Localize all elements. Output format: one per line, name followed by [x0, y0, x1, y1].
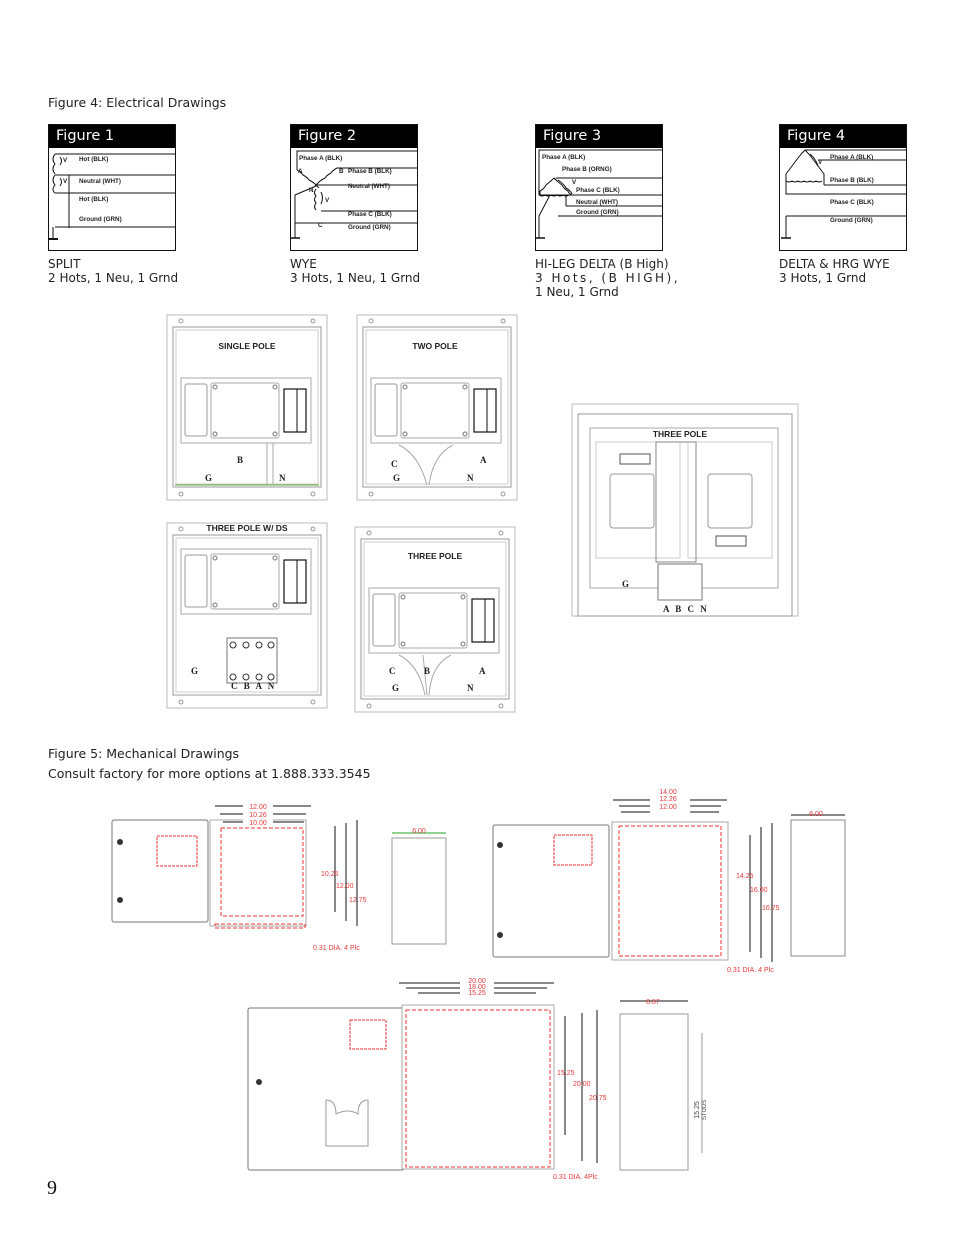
terminal-label: N: [467, 473, 474, 483]
stud-note: STUDS: [702, 1100, 708, 1120]
dim-depth: 6.00: [412, 828, 426, 835]
stud-dim: 15.25: [694, 1101, 701, 1119]
dim-width: 10.26: [249, 812, 267, 819]
panel-three-pole: THREE POLE C B A G N: [354, 526, 516, 713]
dim-width: 10.00: [249, 820, 267, 827]
dim-height: 12.75: [349, 897, 367, 904]
terminal-label: G: [393, 473, 400, 483]
dim-height: 14.25: [736, 873, 754, 880]
terminal-label: G: [205, 473, 212, 483]
enclosure-large: 20.00 18.00 15.25 15.25 20.00 20.75 0.31…: [247, 976, 708, 1180]
terminal-label: G: [191, 666, 198, 676]
panel-title: THREE POLE: [653, 429, 708, 439]
terminal-label: B: [237, 455, 243, 465]
dim-height: 20.00: [573, 1081, 591, 1088]
panel-title: THREE POLE: [408, 551, 463, 561]
terminal-label: A: [479, 666, 486, 676]
terminal-label: C: [389, 666, 396, 676]
figure5-heading: Figure 5: Mechanical Drawings: [48, 746, 240, 761]
enclosure-medium: 14.00 12.26 12.00 14.25 16.00 16.75 0.31…: [492, 784, 846, 974]
panel-title: THREE POLE W/ DS: [206, 523, 288, 533]
dim-width: 12.00: [659, 804, 677, 811]
dim-height: 20.75: [589, 1095, 607, 1102]
panel-title: TWO POLE: [412, 341, 458, 351]
latch-icon: [256, 1079, 262, 1085]
panel-three-pole-large: THREE POLE G A B C N: [571, 403, 799, 617]
hole-note: 0.31 DIA. 4 Plc: [727, 967, 774, 974]
terminal-label: B: [424, 666, 430, 676]
dim-width: 14.00: [659, 789, 677, 796]
panel-three-pole-ds: THREE POLE W/ DS G C B A N: [166, 522, 328, 709]
latch-icon: [117, 839, 123, 845]
figure5-subheading: Consult factory for more options at 1.88…: [48, 766, 371, 781]
enclosure-small: 12.00 10.26 10.00 10.25 12.00 12.75 0.31…: [111, 800, 447, 952]
terminal-label: A: [480, 455, 487, 465]
dim-depth: 6.00: [809, 811, 823, 818]
terminal-label: C: [391, 459, 398, 469]
terminal-label: G: [622, 579, 629, 589]
dim-height: 16.00: [750, 887, 768, 894]
latch-icon: [497, 932, 503, 938]
dim-height: 15.25: [557, 1070, 575, 1077]
wiring-panels: SINGLE POLE B G N TWO POLE C A G N THREE…: [166, 314, 799, 713]
dim-width: 15.25: [468, 990, 486, 997]
panel-title: SINGLE POLE: [218, 341, 275, 351]
dim-height: 12.00: [336, 883, 354, 890]
terminal-label: A B C N: [663, 604, 709, 614]
dim-depth: 8.87: [646, 999, 660, 1006]
panel-two-pole: TWO POLE C A G N: [356, 314, 518, 501]
dim-height: 10.25: [321, 871, 339, 878]
mechanical-drawings: 12.00 10.26 10.00 10.25 12.00 12.75 0.31…: [111, 784, 846, 1180]
dim-height: 16.75: [762, 905, 780, 912]
terminal-label: N: [467, 683, 474, 693]
dim-width: 12.00: [249, 804, 267, 811]
latch-icon: [117, 897, 123, 903]
terminal-label: G: [392, 683, 399, 693]
hole-note: 0.31 DIA. 4Plc: [553, 1174, 598, 1180]
hole-note: 0.31 DIA. 4 Plc: [313, 945, 360, 952]
terminal-label: C B A N: [231, 681, 276, 691]
dim-width: 12.26: [659, 796, 677, 803]
page-number: 9: [47, 1177, 57, 1199]
latch-icon: [497, 842, 503, 848]
panel-single-pole: SINGLE POLE B G N: [166, 314, 328, 501]
terminal-label: N: [279, 473, 286, 483]
